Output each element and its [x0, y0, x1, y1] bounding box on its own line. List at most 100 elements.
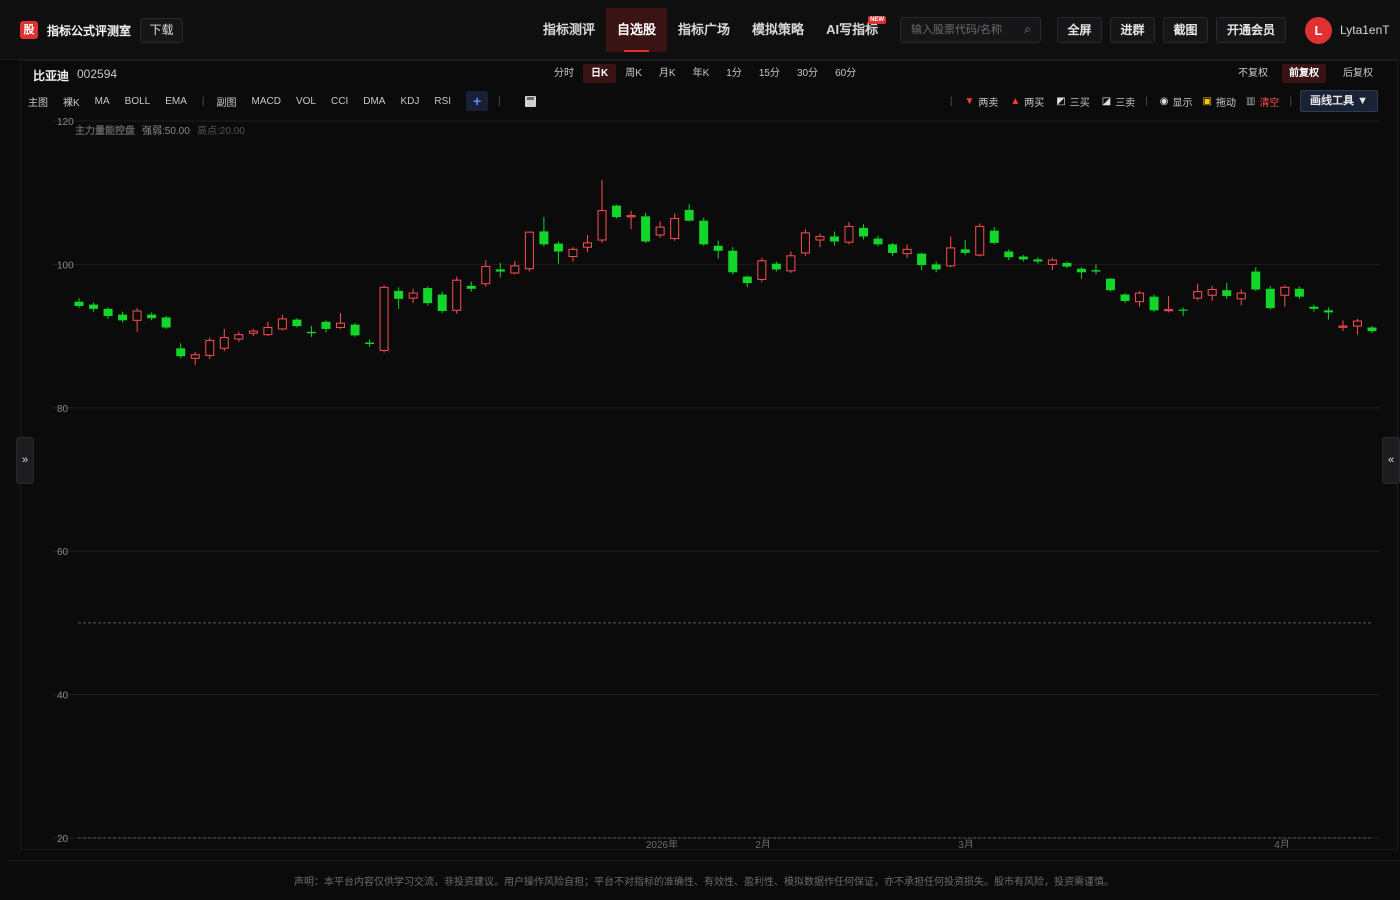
drawing-tools-dropdown[interactable]: 画线工具 ▼ [1300, 90, 1378, 112]
candle[interactable] [1149, 294, 1159, 312]
expand-left-button[interactable]: » [16, 437, 34, 484]
candle[interactable] [350, 323, 360, 337]
tab-period-monthly[interactable]: 月K [651, 64, 684, 83]
candle[interactable] [147, 312, 157, 321]
mark-buy3-button[interactable]: ◩ 三买 [1056, 94, 1089, 109]
candle[interactable] [1236, 289, 1246, 306]
candle[interactable] [1120, 293, 1130, 304]
candle[interactable] [510, 260, 520, 275]
candle[interactable] [1033, 257, 1043, 264]
candle[interactable] [1004, 249, 1014, 261]
candle[interactable] [495, 262, 505, 278]
tab-period-yearly[interactable]: 年K [685, 64, 718, 83]
candle[interactable] [597, 179, 607, 243]
candle[interactable] [1367, 326, 1377, 334]
candle[interactable] [873, 235, 883, 247]
candle[interactable] [582, 235, 592, 253]
indicator-cci[interactable]: CCI [331, 96, 348, 107]
candle[interactable] [466, 281, 476, 292]
candle[interactable] [931, 261, 941, 273]
tab-period-60min[interactable]: 60分 [827, 64, 864, 83]
candle[interactable] [118, 311, 128, 323]
candle[interactable] [626, 210, 636, 230]
candle[interactable] [989, 227, 999, 245]
candle[interactable] [641, 212, 651, 243]
candle[interactable] [248, 328, 258, 337]
candle[interactable] [1352, 318, 1362, 335]
nav-item-indicator-review[interactable]: 指标测评 [532, 8, 606, 52]
adjust-backward-button[interactable]: 后复权 [1336, 64, 1380, 83]
candle[interactable] [205, 337, 215, 360]
candle[interactable] [1047, 257, 1057, 271]
candle[interactable] [844, 222, 854, 245]
nav-item-watchlist[interactable]: 自选股 [606, 8, 668, 52]
adjust-forward-button[interactable]: 前复权 [1282, 64, 1326, 83]
app-title[interactable]: 指标公式评测室 [47, 22, 131, 39]
candle[interactable] [684, 204, 694, 222]
candle[interactable] [1265, 285, 1275, 310]
tab-period-15min[interactable]: 15分 [751, 64, 788, 83]
candle[interactable] [292, 318, 302, 328]
candle[interactable] [1323, 307, 1333, 320]
candle[interactable] [1062, 261, 1072, 268]
membership-button[interactable]: 开通会员 [1216, 17, 1286, 43]
search-icon[interactable]: ⌕ [1024, 22, 1031, 37]
candle[interactable] [408, 288, 418, 304]
screenshot-button[interactable]: 截图 [1163, 17, 1208, 43]
candle[interactable] [902, 244, 912, 258]
candle[interactable] [859, 224, 869, 240]
candle[interactable] [219, 328, 229, 352]
download-button[interactable]: 下载 [140, 18, 183, 43]
drag-toggle[interactable]: ▣ 拖动 [1203, 94, 1236, 109]
candle[interactable] [234, 331, 244, 342]
candle[interactable] [1222, 283, 1232, 299]
candle[interactable] [1251, 267, 1261, 291]
candle[interactable] [771, 261, 781, 272]
candle[interactable] [161, 316, 171, 329]
indicator-macd[interactable]: MACD [252, 96, 281, 107]
candle[interactable] [815, 233, 825, 248]
candle[interactable] [829, 231, 839, 246]
candle[interactable] [394, 287, 404, 309]
candle[interactable] [539, 217, 549, 247]
indicator-ema[interactable]: EMA [165, 96, 187, 107]
candle[interactable] [321, 320, 331, 333]
mark-sell2-button[interactable]: ▼ 两卖 [964, 94, 998, 109]
candle[interactable] [74, 298, 84, 309]
candle[interactable] [612, 204, 622, 219]
tab-period-1min[interactable]: 1分 [718, 64, 750, 83]
indicator-kdj[interactable]: KDJ [400, 96, 419, 107]
tab-period-30min[interactable]: 30分 [789, 64, 826, 83]
indicator-dma[interactable]: DMA [363, 96, 385, 107]
candle[interactable] [1076, 267, 1086, 279]
search-input[interactable] [901, 18, 1011, 42]
adjust-none-button[interactable]: 不复权 [1231, 64, 1275, 83]
candle[interactable] [524, 231, 534, 272]
join-group-button[interactable]: 进群 [1110, 17, 1155, 43]
indicator-boll[interactable]: BOLL [125, 96, 151, 107]
fullscreen-button[interactable]: 全屏 [1057, 17, 1102, 43]
candle[interactable] [423, 286, 433, 306]
candle[interactable] [553, 241, 563, 264]
candle[interactable] [379, 285, 389, 353]
candle[interactable] [336, 313, 346, 329]
candle[interactable] [728, 247, 738, 275]
candle[interactable] [742, 275, 752, 288]
candle[interactable] [757, 257, 767, 283]
candle[interactable] [277, 314, 287, 331]
candle[interactable] [1280, 285, 1290, 307]
candle[interactable] [1105, 278, 1115, 292]
candle[interactable] [800, 229, 810, 256]
tab-period-intraday[interactable]: 分时 [546, 64, 582, 83]
indicator-ma[interactable]: MA [95, 96, 110, 107]
user-name[interactable]: Lyta1enT [1340, 23, 1390, 37]
mark-buy2-button[interactable]: ▲ 两买 [1010, 94, 1044, 109]
candle[interactable] [1338, 320, 1348, 332]
logo-icon[interactable]: 股 [20, 21, 38, 39]
candle[interactable] [1207, 285, 1217, 301]
indicator-bare-k[interactable]: 裸K [63, 94, 80, 109]
candle[interactable] [670, 213, 680, 241]
candle[interactable] [190, 351, 200, 365]
candle[interactable] [103, 307, 113, 319]
chart-canvas[interactable]: 120 100 80 60 40 20 2026年 2月 3月 4月 主力量能控盘 强弱:50.… [20, 112, 1390, 851]
